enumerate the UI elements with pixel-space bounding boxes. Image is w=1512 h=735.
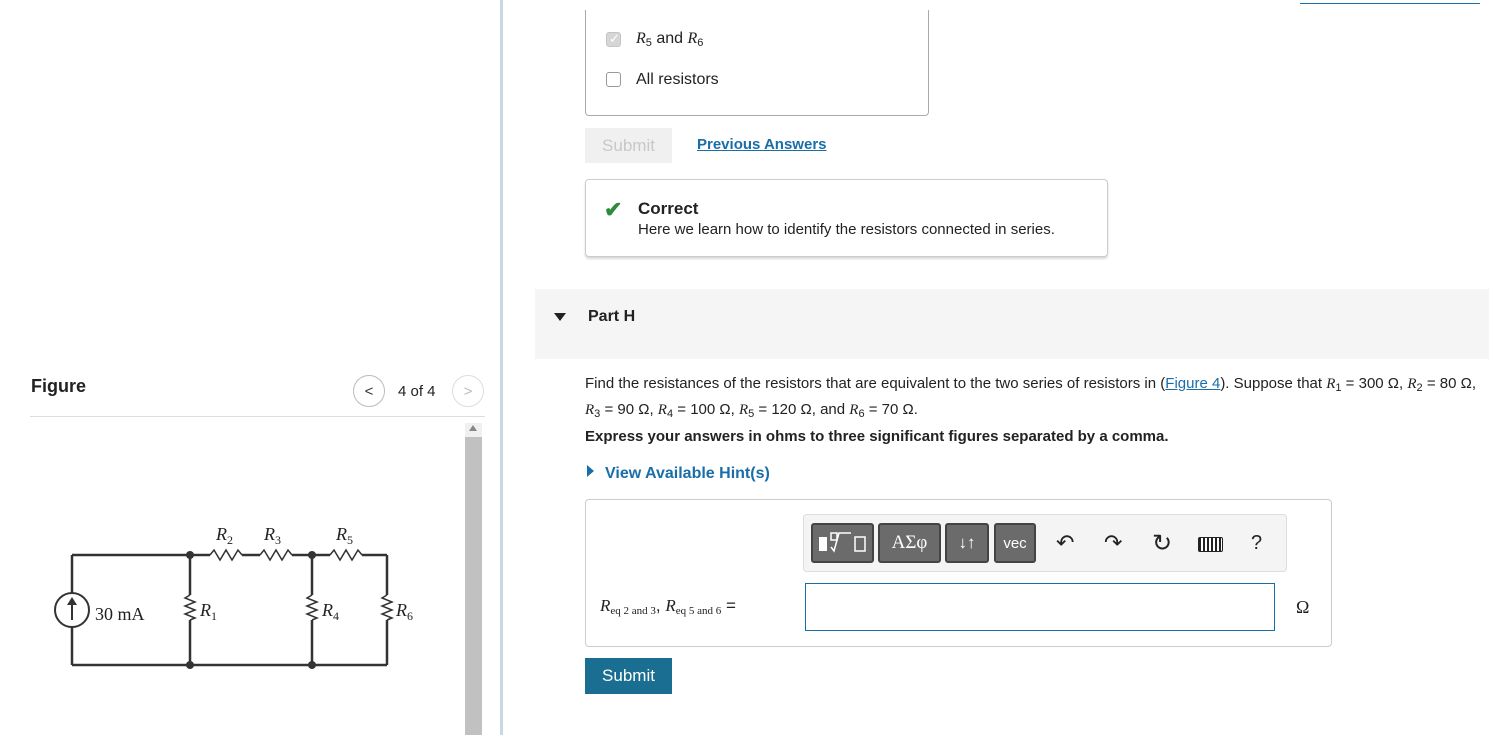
figure-link[interactable]: Figure 4 <box>1165 375 1220 392</box>
view-hints-link[interactable]: View Available Hint(s) <box>605 465 770 483</box>
figure-scroll-thumb[interactable] <box>465 437 482 735</box>
r4-label: R4 <box>321 600 339 623</box>
figure-title: Figure <box>31 376 87 396</box>
keyboard-icon[interactable] <box>1198 537 1223 552</box>
answer-input[interactable] <box>805 583 1275 631</box>
figure-prev-button[interactable]: < <box>353 375 385 407</box>
option-checkbox-r5-r6[interactable] <box>606 31 621 47</box>
question-text: Find the resistances of the resistors th… <box>585 375 1476 420</box>
previous-answers-link[interactable]: Previous Answers <box>697 136 827 153</box>
figure-divider <box>30 416 485 417</box>
caret-right-icon[interactable] <box>587 465 594 477</box>
chevron-left-icon: < <box>364 382 374 400</box>
unit-label: Ω <box>1296 597 1310 617</box>
circuit-diagram: 30 mA R2 R3 R5 R1 R4 R6 <box>54 524 413 669</box>
templates-icon <box>818 532 866 553</box>
greek-symbols-button[interactable]: ΑΣφ <box>878 523 941 563</box>
part-header[interactable] <box>535 289 1489 359</box>
r2-label: R2 <box>215 524 233 547</box>
figure-next-button[interactable]: > <box>452 375 484 407</box>
undo-icon[interactable]: ↶ <box>1056 530 1074 556</box>
scroll-up-icon[interactable] <box>469 425 477 431</box>
submit-button[interactable]: Submit <box>585 658 672 694</box>
feedback-title: Correct <box>638 199 699 218</box>
panel-divider[interactable] <box>500 0 503 735</box>
caret-down-icon[interactable] <box>554 313 566 321</box>
figure-counter: 4 of 4 <box>398 383 436 400</box>
chevron-right-icon: > <box>463 382 473 400</box>
help-icon[interactable]: ? <box>1251 532 1262 555</box>
options-box <box>585 10 929 116</box>
redo-icon[interactable]: ↷ <box>1104 530 1122 556</box>
r3-label: R3 <box>263 524 281 547</box>
part-title[interactable]: Part H <box>588 308 635 326</box>
r5-label: R5 <box>335 524 353 547</box>
instruction-text: Express your answers in ohms to three si… <box>585 428 1169 445</box>
checkmark-icon: ✔ <box>604 197 623 222</box>
r1-label: R1 <box>199 600 217 623</box>
feedback-text: Here we learn how to identify the resist… <box>638 221 1055 238</box>
vector-button[interactable]: vec <box>994 523 1036 563</box>
submit-button-disabled: Submit <box>585 128 672 163</box>
reset-icon[interactable]: ↻ <box>1152 529 1172 558</box>
option-label-r5-r6: R65 and R6 <box>636 30 704 49</box>
option-label-all: All resistors <box>636 71 719 88</box>
answer-label: Req 2 and 3, Req 5 and 6 = <box>600 596 736 617</box>
figure-panel: Figure < 4 of 4 > 30 mA R2 R3 R5 R1 R4 R… <box>0 0 500 735</box>
source-label: 30 mA <box>95 604 145 624</box>
r6-label: R6 <box>395 600 413 623</box>
top-links[interactable] <box>1300 0 1480 4</box>
subscript-superscript-button[interactable]: ↓↑ <box>945 523 989 563</box>
templates-button[interactable] <box>811 523 874 563</box>
option-checkbox-all[interactable] <box>606 72 621 87</box>
